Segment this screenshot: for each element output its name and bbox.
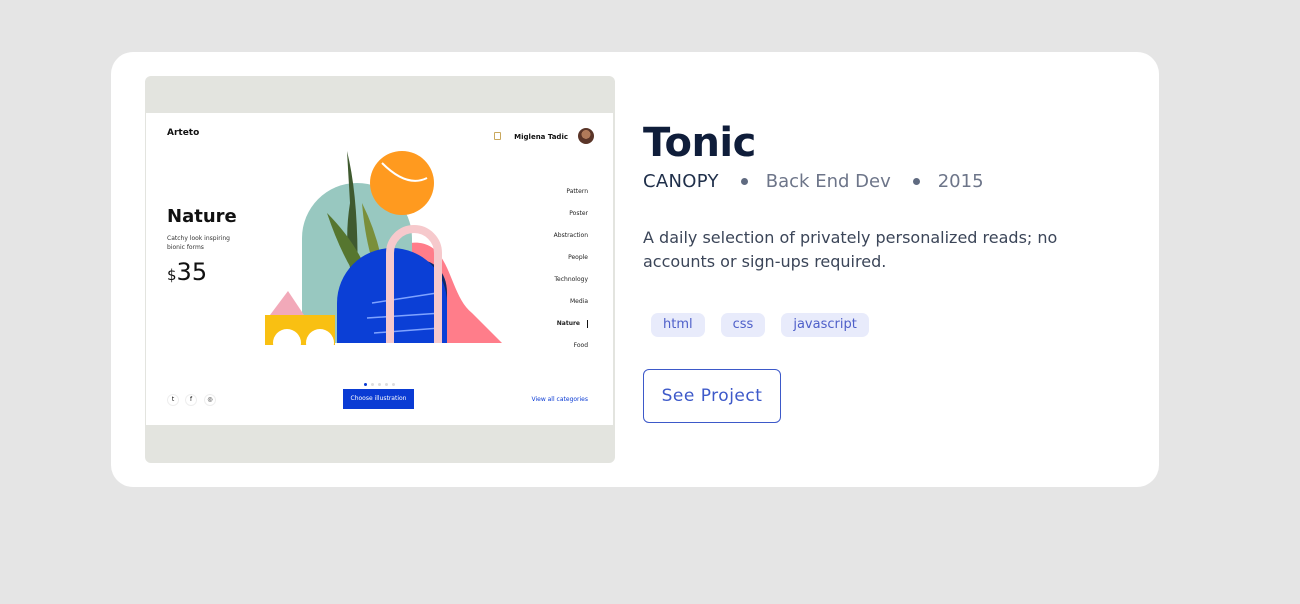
preview-cta-button: Choose illustration xyxy=(343,389,414,409)
category-item: Food xyxy=(573,342,588,349)
tech-tag: css xyxy=(720,313,766,337)
category-item: Abstraction xyxy=(553,232,588,239)
carousel-dot xyxy=(371,383,374,386)
tech-tag: javascript xyxy=(781,313,869,337)
carousel-dots xyxy=(364,371,399,390)
preview-view-all-link: View all categories xyxy=(531,396,588,403)
separator-dot xyxy=(912,178,920,185)
project-preview-image: Arteto Miglena Tadic Nature Catchy look … xyxy=(145,76,615,463)
project-title: Tonic xyxy=(643,120,756,166)
tech-tag-list: html css javascript xyxy=(651,313,885,337)
project-card: Arteto Miglena Tadic Nature Catchy look … xyxy=(111,52,1159,487)
project-description: A daily selection of privately personali… xyxy=(643,228,1058,271)
preview-heading: Nature xyxy=(167,206,237,227)
tech-tag: html xyxy=(651,313,705,337)
category-item: Pattern xyxy=(566,188,588,195)
category-item: Poster xyxy=(569,210,588,217)
carousel-dot xyxy=(392,383,395,386)
project-meta: CANOPY Back End Dev 2015 xyxy=(643,171,984,192)
preview-user-name: Miglena Tadic xyxy=(514,133,568,141)
see-project-button[interactable]: See Project xyxy=(643,369,781,423)
price-value: 35 xyxy=(176,258,208,286)
instagram-icon: ◎ xyxy=(204,394,216,406)
category-item: Technology xyxy=(554,276,588,283)
separator-dot xyxy=(740,178,748,185)
avatar xyxy=(578,128,594,144)
project-client: CANOPY xyxy=(643,171,719,192)
bag-icon xyxy=(494,132,501,140)
twitter-icon: t xyxy=(167,394,179,406)
preview-subtitle: Catchy look inspiring bionic forms xyxy=(167,235,230,251)
preview-price: $35 xyxy=(167,258,207,286)
category-item: People xyxy=(568,254,588,261)
carousel-dot xyxy=(364,383,367,386)
facebook-icon: f xyxy=(185,394,197,406)
preview-category-list: Pattern Poster Abstraction People Techno… xyxy=(553,188,589,364)
project-year: 2015 xyxy=(937,171,984,192)
preview-brand: Arteto xyxy=(167,128,200,138)
nature-illustration xyxy=(265,151,502,353)
price-currency: $ xyxy=(167,266,177,284)
category-item-active: Nature xyxy=(554,320,589,342)
carousel-dot xyxy=(378,383,381,386)
category-item: Media xyxy=(569,298,588,305)
project-role: Back End Dev xyxy=(765,171,891,192)
carousel-dot xyxy=(385,383,388,386)
preview-mockup: Arteto Miglena Tadic Nature Catchy look … xyxy=(146,113,613,425)
